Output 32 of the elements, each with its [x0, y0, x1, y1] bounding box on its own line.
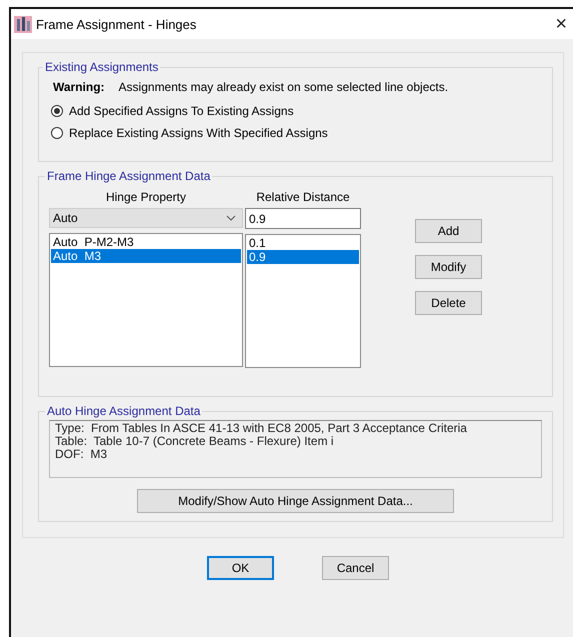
warning-text: Assignments may already exist on some selected line objects. [118, 80, 448, 94]
column-header: Relative Distance [255, 190, 351, 204]
dialog-button[interactable]: Cancel [322, 556, 389, 580]
list-item[interactable]: Auto P-M2-M3 [51, 235, 241, 249]
warning-label: Warning: [53, 80, 105, 94]
group-title: Auto Hinge Assignment Data [46, 404, 202, 418]
chevron-icon [226, 215, 236, 221]
group-title: Frame Hinge Assignment Data [46, 169, 212, 183]
modify-show-button[interactable]: Modify/Show Auto Hinge Assignment Data... [137, 489, 454, 513]
distance-field[interactable]: 0.9 [245, 208, 361, 229]
info-line: Type: From Tables In ASCE 41-13 with EC8 2005, Part 3 Acceptance Criteria [55, 422, 468, 435]
property-dropdown[interactable]: Auto [49, 208, 243, 228]
action-button[interactable]: Modify [415, 255, 482, 279]
distance-list[interactable]: 0.1 0.9 [245, 234, 361, 368]
action-button[interactable]: Delete [415, 291, 482, 315]
action-button[interactable]: Add [415, 219, 482, 243]
list-item[interactable]: 0.1 [247, 236, 359, 250]
app-icon [14, 16, 32, 32]
property-list[interactable]: Auto P-M2-M3 Auto M3 [49, 233, 243, 367]
radio-label[interactable]: Replace Existing Assigns With Specified Assigns [69, 126, 328, 140]
list-item[interactable]: 0.9 [247, 250, 359, 264]
list-item[interactable]: Auto M3 [51, 249, 241, 263]
column-header: Hinge Property [104, 190, 188, 204]
radio-label[interactable]: Add Specified Assigns To Existing Assigns [69, 104, 294, 118]
info-line: Table: Table 10-7 (Concrete Beams - Flexure) Item i [55, 435, 335, 448]
radio-button[interactable] [51, 127, 63, 139]
close-button[interactable]: × [545, 12, 573, 36]
dialog-button[interactable]: OK [207, 556, 274, 580]
info-line: DOF: M3 [55, 448, 108, 461]
window-title: Frame Assignment - Hinges [36, 16, 198, 32]
radio-button[interactable] [51, 105, 63, 117]
group-title: Existing Assignments [44, 60, 160, 74]
